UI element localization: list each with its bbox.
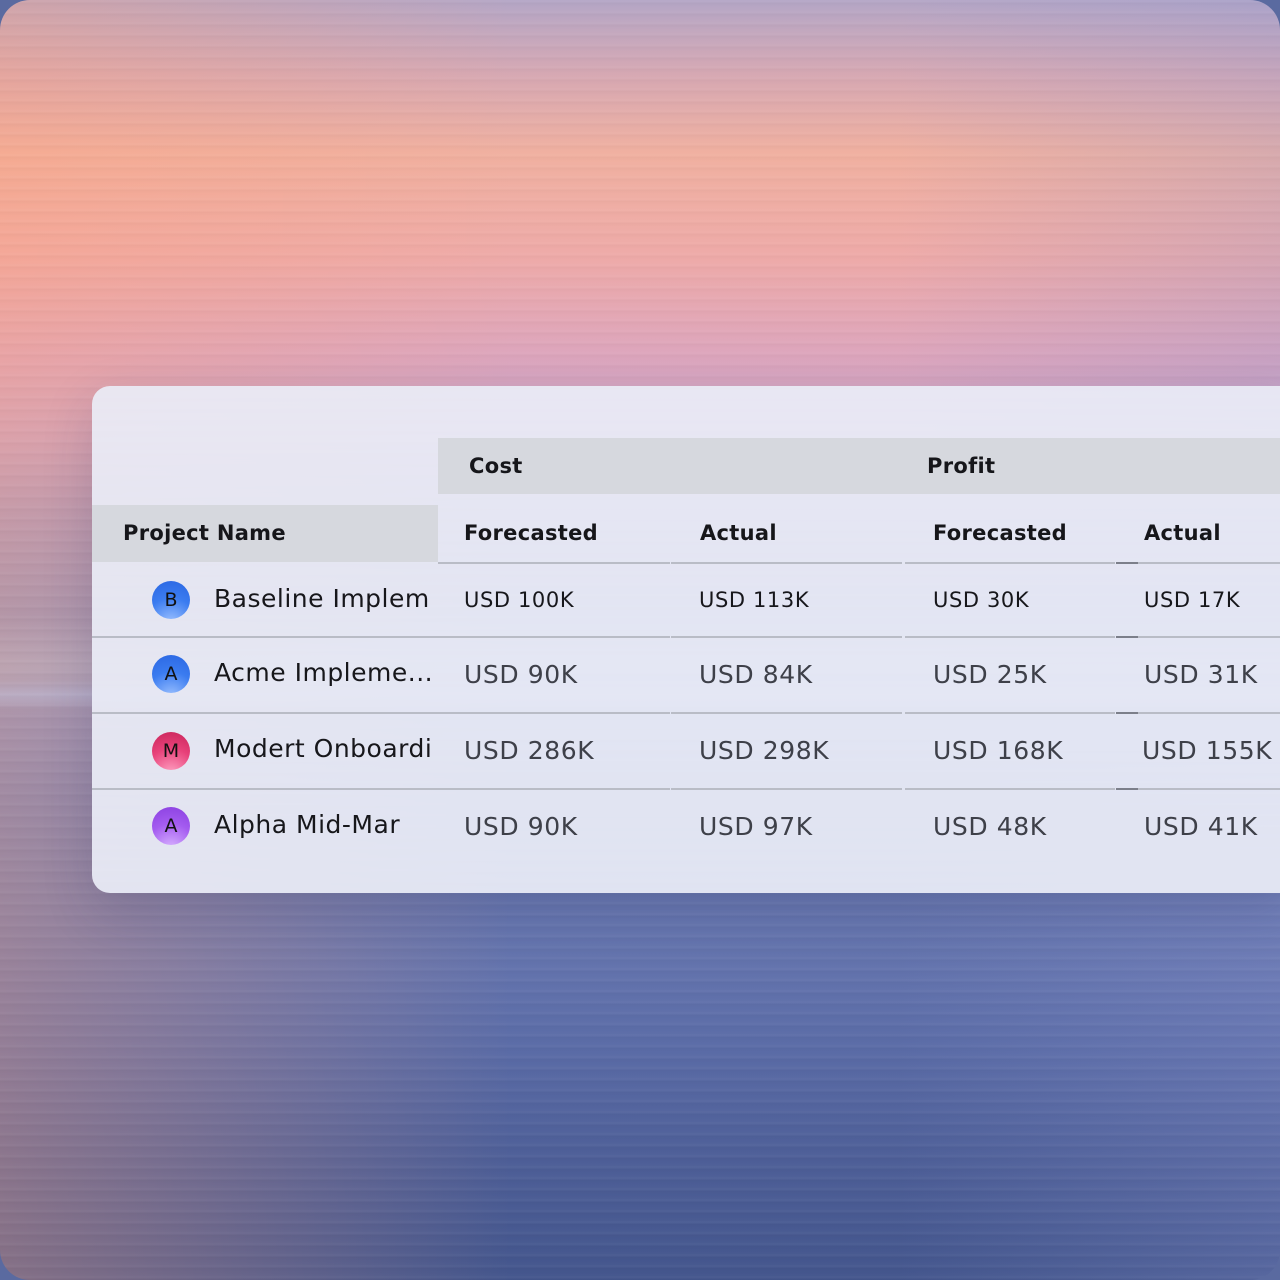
group-header-cost: Cost (469, 454, 523, 478)
header-divider (1138, 562, 1280, 564)
cost-forecasted-cell: USD 100K (464, 588, 575, 612)
cost-forecasted-cell: USD 90K (464, 660, 578, 689)
group-header-bar (438, 438, 1280, 494)
project-name-cell[interactable]: Acme Impleme... (214, 658, 433, 687)
cost-actual-cell: USD 113K (699, 588, 810, 612)
project-name-cell[interactable]: Alpha Mid-Mar (214, 810, 400, 839)
column-header-profit-actual[interactable]: Actual (1144, 505, 1221, 562)
profit-forecasted-cell: USD 30K (933, 588, 1030, 612)
row-divider (671, 636, 902, 638)
cost-actual-cell: USD 84K (699, 660, 813, 689)
row-divider (438, 788, 670, 790)
group-header-profit: Profit (927, 454, 996, 478)
avatar: B (152, 581, 190, 619)
row-divider (905, 712, 1115, 714)
row-divider (438, 636, 670, 638)
row-divider (905, 636, 1115, 638)
column-resize-handle[interactable] (1116, 562, 1138, 564)
avatar: M (152, 732, 190, 770)
profit-actual-cell: USD 31K (1144, 660, 1258, 689)
column-header-cost-forecasted[interactable]: Forecasted (464, 505, 598, 562)
avatar: A (152, 655, 190, 693)
cost-actual-cell: USD 298K (699, 736, 830, 765)
row-divider (1138, 636, 1280, 638)
column-resize-handle[interactable] (1116, 636, 1138, 638)
row-divider (671, 712, 902, 714)
column-resize-handle[interactable] (1116, 788, 1138, 790)
header-divider (905, 562, 1115, 564)
cost-forecasted-cell: USD 90K (464, 812, 578, 841)
column-header-profit-forecasted[interactable]: Forecasted (933, 505, 1067, 562)
cost-forecasted-cell: USD 286K (464, 736, 595, 765)
profit-forecasted-cell: USD 48K (933, 812, 1047, 841)
project-name-cell[interactable]: Modert Onboardi (214, 734, 432, 763)
profit-actual-cell: USD 155K (1142, 736, 1273, 765)
column-header-project-name[interactable]: Project Name (123, 505, 286, 562)
row-divider (92, 712, 438, 714)
header-divider (671, 562, 902, 564)
row-divider (671, 788, 902, 790)
avatar: A (152, 807, 190, 845)
background-wallpaper: Cost Profit Project Name Forecasted Actu… (0, 0, 1280, 1280)
project-table-card: Cost Profit Project Name Forecasted Actu… (92, 386, 1280, 893)
row-divider (92, 636, 438, 638)
row-divider (92, 788, 438, 790)
column-resize-handle[interactable] (1116, 712, 1138, 714)
profit-actual-cell: USD 41K (1144, 812, 1258, 841)
row-divider (905, 788, 1115, 790)
profit-forecasted-cell: USD 25K (933, 660, 1047, 689)
column-header-cost-actual[interactable]: Actual (700, 505, 777, 562)
profit-forecasted-cell: USD 168K (933, 736, 1064, 765)
row-divider (438, 712, 670, 714)
cost-actual-cell: USD 97K (699, 812, 813, 841)
profit-actual-cell: USD 17K (1144, 588, 1241, 612)
header-divider (438, 562, 670, 564)
row-divider (1138, 788, 1280, 790)
row-divider (1138, 712, 1280, 714)
project-name-cell[interactable]: Baseline Implem (214, 584, 430, 613)
